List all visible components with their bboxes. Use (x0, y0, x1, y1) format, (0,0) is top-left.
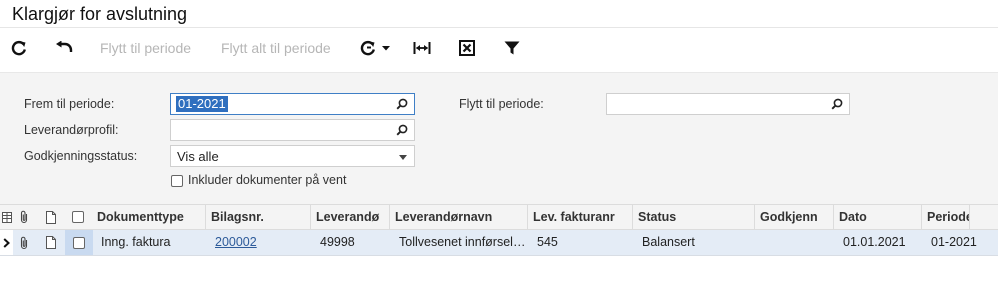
move-to-period-field[interactable] (606, 93, 850, 115)
column-header-vendor-name[interactable]: Leverandørnavn (390, 205, 528, 229)
column-header-period[interactable]: Periode (922, 205, 970, 229)
undo-icon[interactable] (54, 37, 74, 59)
refresh-icon[interactable] (10, 37, 28, 59)
attachment-icon[interactable] (15, 205, 33, 229)
title-bar: Klargjør for avslutning (0, 0, 998, 28)
table-row[interactable]: Inng. faktura 200002 49998 Tollvesenet i… (0, 230, 998, 256)
approval-status-select[interactable]: Vis alle (170, 145, 415, 167)
cell-period: 01-2021 (931, 235, 977, 249)
refresh-dropdown-icon[interactable] (360, 37, 394, 59)
cell-vendor-name: Tollvesenet innførsel… (399, 235, 526, 249)
vendor-profile-field[interactable] (170, 119, 415, 141)
note-icon[interactable] (42, 230, 60, 255)
fit-columns-icon[interactable] (412, 37, 432, 59)
search-icon[interactable] (396, 98, 408, 113)
filter-form: Frem til periode: 01-2021 Leverandørprof… (0, 72, 998, 204)
column-header-status[interactable]: Status (633, 205, 755, 229)
toolbar: Flytt til periode Flytt alt til periode (0, 28, 998, 72)
column-header-voucher-no[interactable]: Bilagsnr. (206, 205, 311, 229)
chevron-down-icon[interactable] (399, 155, 407, 160)
cell-voucher-no[interactable]: 200002 (208, 230, 311, 255)
cell-vendor: 49998 (320, 235, 355, 249)
column-header-vendor-invoice-no[interactable]: Lev. fakturanr (528, 205, 633, 229)
from-period-field[interactable]: 01-2021 (170, 93, 415, 115)
voucher-link[interactable]: 200002 (215, 235, 257, 249)
row-select-checkbox[interactable] (65, 230, 93, 255)
attachment-icon[interactable] (15, 230, 33, 255)
approval-status-value: Vis alle (177, 149, 219, 164)
from-period-label: Frem til periode: (24, 97, 115, 111)
move-to-period-button[interactable]: Flytt til periode (100, 40, 191, 56)
move-to-period-label: Flytt til periode: (459, 97, 544, 111)
cell-approved (757, 230, 834, 255)
export-excel-icon[interactable] (458, 37, 476, 59)
from-period-value: 01-2021 (176, 96, 228, 112)
cell-status: Balansert (642, 235, 695, 249)
column-header-date[interactable]: Dato (834, 205, 922, 229)
cell-vendor-invoice-no: 545 (537, 235, 558, 249)
search-icon[interactable] (396, 124, 408, 139)
include-pending-checkbox[interactable] (171, 175, 183, 187)
grid-header: Dokumenttype Bilagsnr. Leverandø Leveran… (0, 204, 998, 230)
row-pointer-icon (0, 230, 13, 255)
move-all-to-period-button[interactable]: Flytt alt til periode (221, 40, 331, 56)
filter-icon[interactable] (503, 37, 521, 59)
page-title: Klargjør for avslutning (12, 4, 188, 24)
note-icon[interactable] (42, 205, 60, 229)
column-header-vendor[interactable]: Leverandø (311, 205, 390, 229)
search-icon[interactable] (831, 98, 843, 113)
vendor-profile-label: Leverandørprofil: (24, 123, 119, 137)
cell-date: 01.01.2021 (843, 235, 906, 249)
row-selector-icon[interactable] (0, 205, 13, 229)
include-pending-label: Inkluder dokumenter på vent (188, 173, 347, 187)
column-header-document-type[interactable]: Dokumenttype (92, 205, 206, 229)
approval-status-label: Godkjenningsstatus: (24, 149, 138, 163)
cell-document-type: Inng. faktura (101, 235, 171, 249)
column-header-approved[interactable]: Godkjenn (755, 205, 834, 229)
select-all-checkbox[interactable] (67, 205, 89, 229)
